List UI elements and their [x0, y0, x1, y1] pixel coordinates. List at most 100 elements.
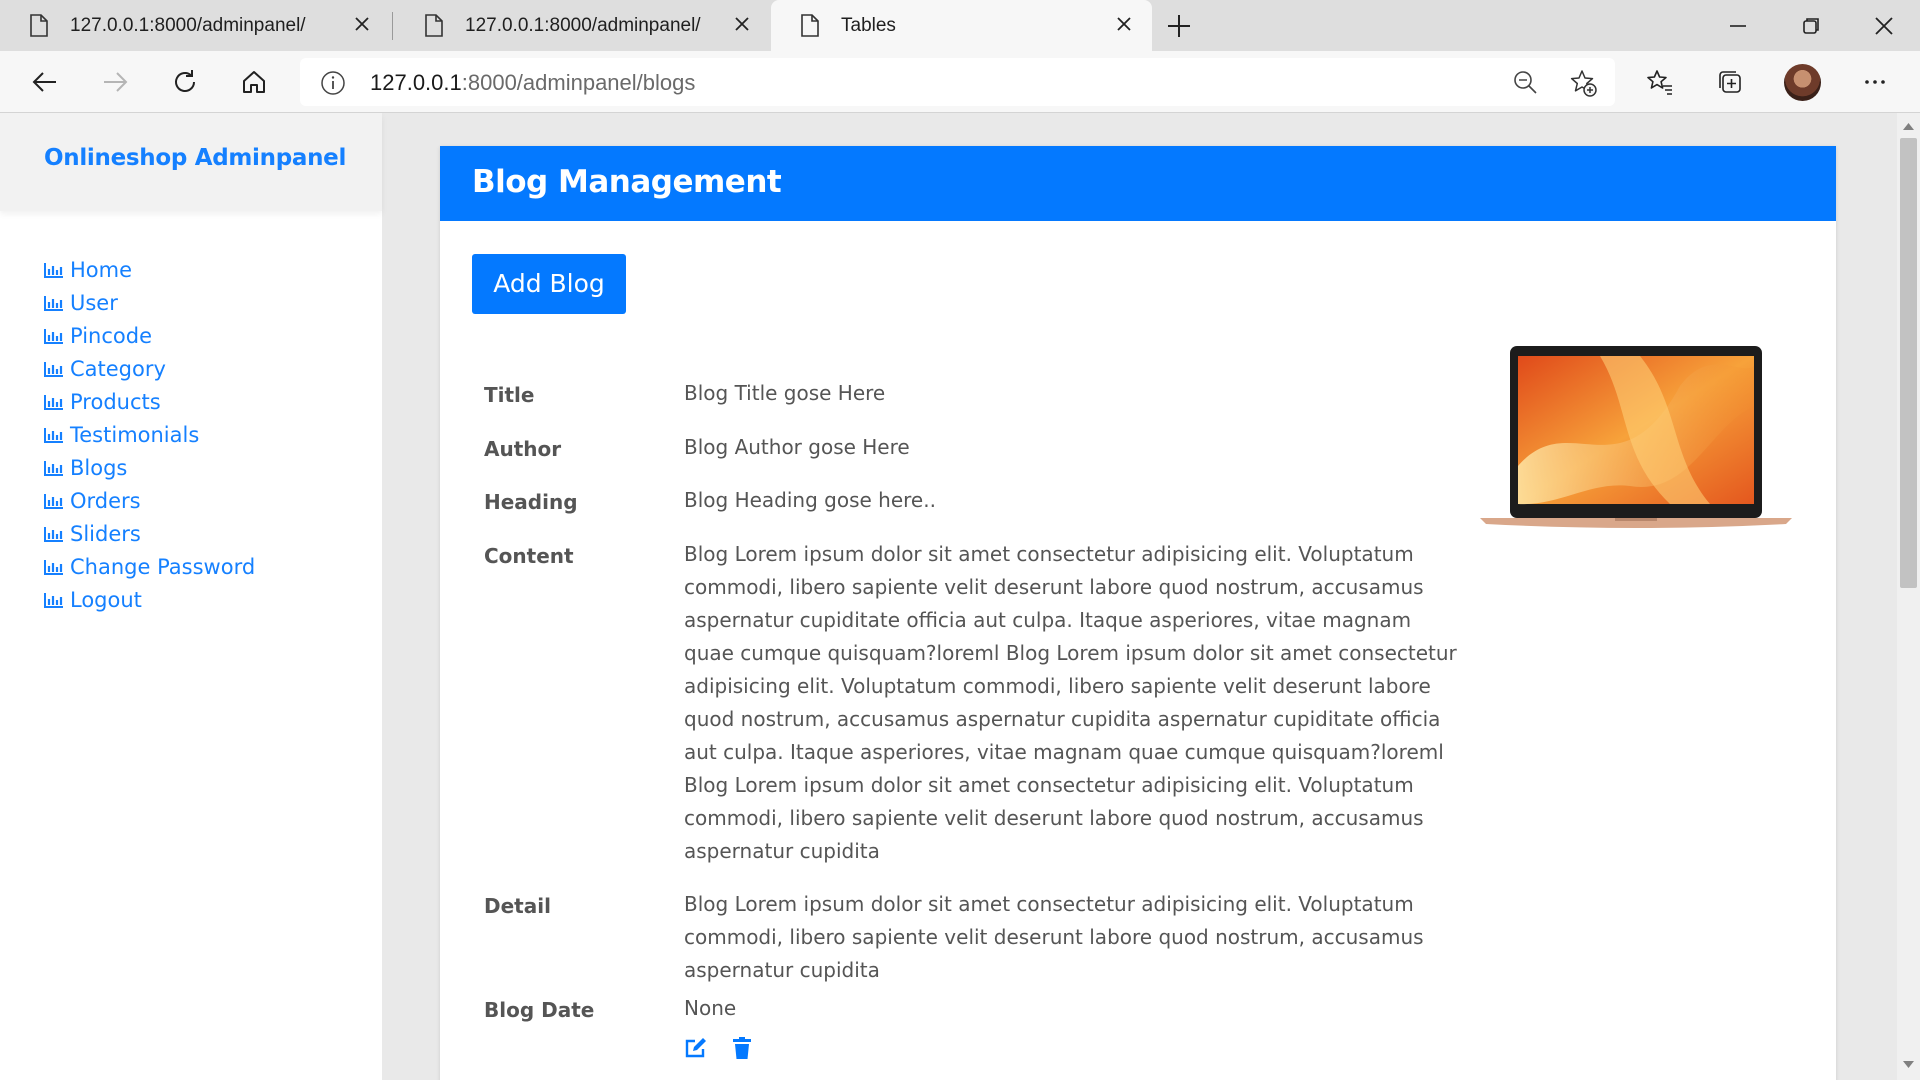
sidebar-item-blogs[interactable]: Blogs — [44, 451, 255, 484]
zoom-out-icon[interactable] — [1512, 69, 1538, 95]
sidebar-item-label: Change Password — [70, 554, 256, 579]
bar-chart-icon — [44, 460, 63, 476]
sidebar-item-label: User — [70, 290, 118, 315]
page-icon — [425, 14, 443, 37]
author-label: Author — [484, 437, 562, 461]
bar-chart-icon — [44, 361, 63, 377]
tab-adminpanel-2[interactable]: 127.0.0.1:8000/adminpanel/ — [395, 0, 770, 51]
sidebar-item-user[interactable]: User — [44, 286, 255, 319]
trash-icon[interactable] — [730, 1036, 754, 1060]
url-host: 127.0.0.1 — [370, 70, 462, 95]
tab-tables[interactable]: Tables — [771, 0, 1152, 51]
bar-chart-icon — [44, 493, 63, 509]
tab-title: Tables — [841, 14, 896, 36]
add-blog-button[interactable]: Add Blog — [472, 254, 626, 314]
scroll-down-icon[interactable] — [1902, 1060, 1915, 1070]
blog-date-label: Blog Date — [484, 998, 595, 1022]
tab-strip: 127.0.0.1:8000/adminpanel/ 127.0.0.1:800… — [0, 0, 1920, 51]
address-bar[interactable]: 127.0.0.1:8000/adminpanel/blogs — [300, 58, 1615, 106]
refresh-icon — [175, 70, 195, 92]
heading-value: Blog Heading gose here.. — [684, 488, 936, 512]
detail-value: Blog Lorem ipsum dolor sit amet consecte… — [684, 892, 1424, 982]
sidebar-item-label: Pincode — [70, 323, 152, 348]
add-favorite-icon[interactable] — [1568, 68, 1598, 98]
close-icon[interactable] — [1870, 12, 1898, 40]
detail-label: Detail — [484, 894, 551, 918]
title-value: Blog Title gose Here — [684, 381, 886, 405]
browser-toolbar: 127.0.0.1:8000/adminpanel/blogs — [0, 51, 1920, 113]
tab-title: 127.0.0.1:8000/adminpanel/ — [465, 14, 701, 36]
sidebar-item-logout[interactable]: Logout — [44, 583, 255, 616]
sidebar-item-sliders[interactable]: Sliders — [44, 517, 255, 550]
close-icon[interactable] — [1114, 14, 1134, 34]
collections-icon — [1719, 71, 1741, 93]
favorites-icon — [1647, 70, 1672, 95]
sidebar-item-change-password[interactable]: Change Password — [44, 550, 255, 583]
forward-button[interactable] — [98, 65, 132, 99]
card-header: Blog Management — [440, 146, 1836, 221]
content-value: Blog Lorem ipsum dolor sit amet consecte… — [684, 542, 1457, 863]
tab-adminpanel-1[interactable]: 127.0.0.1:8000/adminpanel/ — [0, 0, 390, 51]
sidebar-item-label: Blogs — [70, 455, 128, 480]
sidebar-item-label: Home — [70, 257, 133, 282]
minimize-icon[interactable] — [1724, 12, 1752, 40]
sidebar-item-pincode[interactable]: Pincode — [44, 319, 255, 352]
bar-chart-icon — [44, 526, 63, 542]
bar-chart-icon — [44, 394, 63, 410]
scroll-thumb[interactable] — [1900, 138, 1917, 588]
blog-image — [1480, 346, 1792, 528]
bar-chart-icon — [44, 427, 63, 443]
collections-button[interactable] — [1713, 65, 1747, 99]
sidebar-item-label: Sliders — [70, 521, 141, 546]
home-icon — [243, 71, 265, 93]
more-button[interactable] — [1858, 65, 1892, 99]
bar-chart-icon — [44, 262, 63, 278]
blog-date-value: None — [684, 996, 737, 1020]
page-title: Blog Management — [472, 164, 782, 200]
home-button[interactable] — [237, 65, 271, 99]
favorites-button[interactable] — [1643, 65, 1677, 99]
avatar[interactable] — [1784, 64, 1821, 101]
sidebar-menu: Home User Pincode Category Products Test… — [44, 253, 255, 616]
sidebar-item-testimonials[interactable]: Testimonials — [44, 418, 255, 451]
back-icon — [32, 72, 56, 92]
tab-title: 127.0.0.1:8000/adminpanel/ — [70, 14, 306, 36]
bar-chart-icon — [44, 328, 63, 344]
blog-management-card: Blog Management Add Blog Title Blog Titl… — [440, 146, 1836, 1080]
title-label: Title — [484, 383, 535, 407]
sidebar-item-label: Products — [70, 389, 161, 414]
bar-chart-icon — [44, 559, 63, 575]
sidebar-item-category[interactable]: Category — [44, 352, 255, 385]
url-text[interactable]: 127.0.0.1:8000/adminpanel/blogs — [370, 70, 695, 96]
page-icon — [801, 14, 819, 37]
page-scrollbar[interactable] — [1897, 113, 1920, 1080]
sidebar-item-label: Category — [70, 356, 166, 381]
edit-icon[interactable] — [684, 1036, 708, 1060]
sidebar-item-products[interactable]: Products — [44, 385, 255, 418]
back-button[interactable] — [28, 65, 62, 99]
more-icon — [1865, 80, 1885, 84]
page-icon — [30, 14, 48, 37]
sidebar-item-label: Logout — [70, 587, 142, 612]
brand-header: Onlineshop Adminpanel — [0, 113, 382, 211]
plus-icon[interactable] — [1165, 12, 1193, 40]
content-label: Content — [484, 544, 574, 568]
url-path: :8000/adminpanel/blogs — [461, 70, 696, 95]
brand-title[interactable]: Onlineshop Adminpanel — [44, 145, 346, 171]
refresh-button[interactable] — [168, 65, 202, 99]
page-content: Onlineshop Adminpanel Home User Pincode … — [0, 113, 1897, 1080]
bar-chart-icon — [44, 295, 63, 311]
scroll-up-icon[interactable] — [1902, 121, 1915, 131]
bar-chart-icon — [44, 592, 63, 608]
forward-icon — [104, 72, 128, 92]
sidebar: Onlineshop Adminpanel Home User Pincode … — [0, 113, 382, 1080]
sidebar-item-home[interactable]: Home — [44, 253, 255, 286]
tab-separator — [392, 12, 393, 40]
close-icon[interactable] — [732, 14, 752, 34]
close-icon[interactable] — [352, 14, 372, 34]
restore-icon[interactable] — [1797, 12, 1825, 40]
heading-label: Heading — [484, 490, 578, 514]
info-icon[interactable] — [320, 70, 346, 96]
sidebar-item-orders[interactable]: Orders — [44, 484, 255, 517]
sidebar-item-label: Testimonials — [70, 422, 200, 447]
